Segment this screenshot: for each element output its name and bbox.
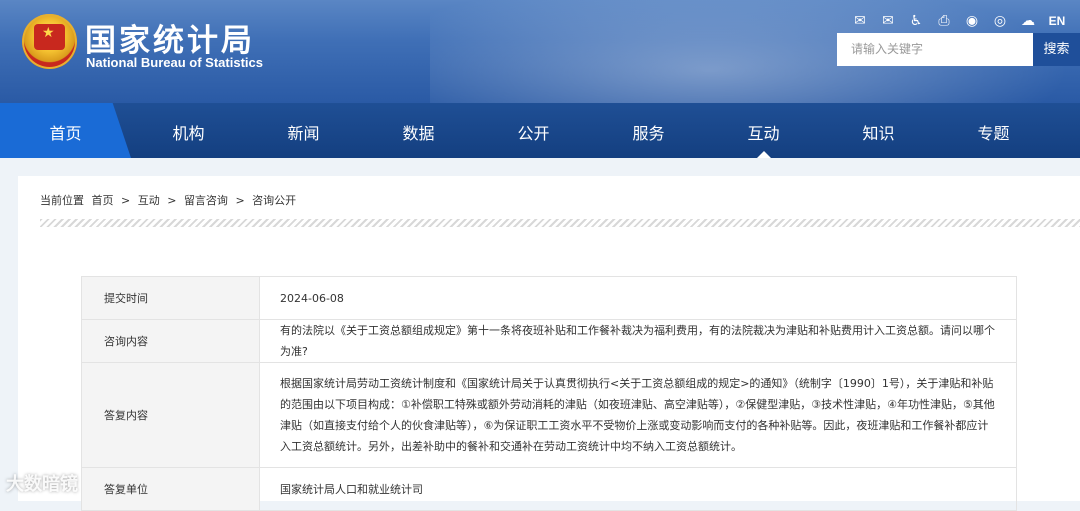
search-input[interactable]: 请输入关键字 — [837, 33, 1033, 66]
breadcrumb-message[interactable]: 留言咨询 — [184, 194, 228, 207]
weibo-alt-icon[interactable]: ◎ — [986, 12, 1014, 30]
print-icon[interactable]: ⎙ — [930, 12, 958, 30]
breadcrumb-home[interactable]: 首页 — [92, 194, 114, 207]
breadcrumb-interaction[interactable]: 互动 — [138, 194, 160, 207]
search-button[interactable]: 搜索 — [1033, 33, 1080, 66]
site-header: ★ 国家统计局 National Bureau of Statistics ✉ … — [0, 0, 1080, 103]
nav-item-data[interactable]: 数据 — [361, 103, 476, 158]
answer-label: 答复内容 — [81, 362, 260, 468]
divider-hatch — [40, 219, 1080, 227]
submit-time-value: 2024-06-08 — [259, 276, 1017, 320]
nav-item-public[interactable]: 公开 — [476, 103, 591, 158]
top-toolbar: ✉ ✉ ♿ ⎙ ◉ ◎ ☁ EN — [846, 12, 1072, 30]
content-panel: 当前位置 首页 > 互动 > 留言咨询 > 咨询公开 提交时间 2024-06-… — [18, 176, 1080, 511]
weibo-icon[interactable]: ◉ — [958, 12, 986, 30]
table-row: 提交时间 2024-06-08 — [81, 276, 1017, 320]
nav-item-interaction[interactable]: 互动 — [706, 103, 821, 158]
breadcrumb-current[interactable]: 咨询公开 — [252, 194, 296, 207]
language-toggle[interactable]: EN — [1042, 12, 1072, 30]
nav-item-knowledge[interactable]: 知识 — [821, 103, 936, 158]
table-row: 答复内容 根据国家统计局劳动工资统计制度和《国家统计局关于认真贯彻执行<关于工资… — [81, 362, 1017, 468]
consultation-table: 提交时间 2024-06-08 咨询内容 有的法院以《关于工资总额组成规定》第十… — [81, 276, 1017, 511]
breadcrumb-prefix: 当前位置 — [40, 194, 84, 207]
nav-item-news[interactable]: 新闻 — [246, 103, 361, 158]
site-title-cn[interactable]: 国家统计局 — [85, 15, 255, 60]
question-label: 咨询内容 — [81, 319, 260, 363]
breadcrumb-sep: > — [121, 194, 131, 207]
table-row: 答复单位 国家统计局人口和就业统计司 — [81, 467, 1017, 511]
answer-value: 根据国家统计局劳动工资统计制度和《国家统计局关于认真贯彻执行<关于工资总额组成的… — [259, 362, 1017, 468]
mail-icon[interactable]: ✉ — [846, 12, 874, 30]
accessibility-icon[interactable]: ♿ — [902, 12, 930, 30]
message-icon[interactable]: ✉ — [874, 12, 902, 30]
answer-unit-label: 答复单位 — [81, 467, 260, 511]
wechat-icon[interactable]: ☁ — [1014, 12, 1042, 30]
question-value: 有的法院以《关于工资总额组成规定》第十一条将夜班补贴和工作餐补裁决为福利费用，有… — [259, 319, 1017, 363]
breadcrumb: 当前位置 首页 > 互动 > 留言咨询 > 咨询公开 — [40, 192, 300, 208]
nav-item-topics[interactable]: 专题 — [936, 103, 1051, 158]
watermark: 大数暗镜 — [6, 474, 78, 495]
breadcrumb-sep: > — [167, 194, 177, 207]
table-row: 咨询内容 有的法院以《关于工资总额组成规定》第十一条将夜班补贴和工作餐补裁决为福… — [81, 319, 1017, 363]
breadcrumb-sep: > — [235, 194, 245, 207]
nav-item-org[interactable]: 机构 — [131, 103, 246, 158]
nav-item-home[interactable]: 首页 — [0, 103, 131, 158]
answer-unit-value: 国家统计局人口和就业统计司 — [259, 467, 1017, 511]
submit-time-label: 提交时间 — [81, 276, 260, 320]
site-title-en[interactable]: National Bureau of Statistics — [86, 55, 263, 70]
national-emblem-icon[interactable]: ★ — [22, 14, 77, 69]
nav-item-service[interactable]: 服务 — [591, 103, 706, 158]
main-nav: 首页 机构 新闻 数据 公开 服务 互动 知识 专题 — [0, 103, 1080, 158]
